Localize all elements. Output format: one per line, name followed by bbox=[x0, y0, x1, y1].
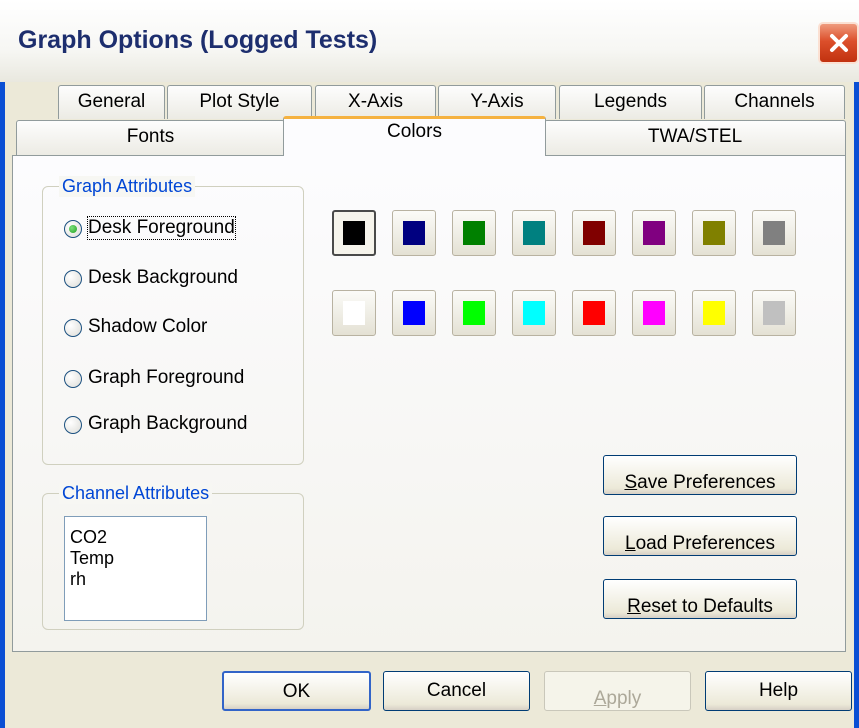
tab-plot-style-label: Plot Style bbox=[199, 91, 280, 112]
color-swatch[interactable] bbox=[752, 290, 796, 336]
radio-desk-background-label: Desk Background bbox=[88, 267, 238, 288]
list-item[interactable]: Temp bbox=[65, 548, 206, 569]
ok-button[interactable]: OK bbox=[222, 671, 371, 711]
color-swatch[interactable] bbox=[572, 290, 616, 336]
reset-rest: eset to Defaults bbox=[640, 596, 773, 617]
radio-button-icon bbox=[64, 270, 82, 288]
radio-graph-foreground-label: Graph Foreground bbox=[88, 367, 245, 388]
color-swatch[interactable] bbox=[572, 210, 616, 256]
color-swatch[interactable] bbox=[692, 210, 736, 256]
color-swatch[interactable] bbox=[512, 210, 556, 256]
color-swatch-fill bbox=[703, 301, 725, 325]
tab-y-axis-label: Y-Axis bbox=[470, 91, 524, 112]
tab-plot-style[interactable]: Plot Style bbox=[167, 85, 312, 119]
graph-options-dialog: Graph Options (Logged Tests) General Plo… bbox=[0, 0, 859, 728]
color-swatch[interactable] bbox=[332, 290, 376, 336]
radio-graph-background-label: Graph Background bbox=[88, 413, 248, 434]
color-swatch-fill bbox=[703, 221, 725, 245]
close-button[interactable] bbox=[818, 22, 859, 64]
reset-mnemonic: R bbox=[627, 596, 641, 617]
color-swatch[interactable] bbox=[332, 210, 376, 256]
radio-button-icon bbox=[64, 416, 82, 434]
color-swatch-fill bbox=[343, 301, 365, 325]
cancel-label: Cancel bbox=[426, 680, 487, 701]
color-swatch-fill bbox=[523, 221, 545, 245]
tab-fonts-label: Fonts bbox=[126, 126, 175, 147]
color-swatch[interactable] bbox=[632, 290, 676, 336]
radio-desk-foreground-label: Desk Foreground bbox=[87, 216, 236, 240]
reset-to-defaults-label: Reset to Defaults bbox=[627, 588, 773, 617]
tab-colors[interactable]: Colors bbox=[283, 116, 546, 156]
window-frame-left bbox=[0, 82, 5, 728]
apply-rest: pply bbox=[606, 688, 642, 709]
radio-button-icon bbox=[64, 370, 82, 388]
color-swatch[interactable] bbox=[452, 290, 496, 336]
color-swatch[interactable] bbox=[392, 210, 436, 256]
tab-general-label: General bbox=[77, 91, 146, 112]
help-label: Help bbox=[758, 680, 799, 701]
load-mnemonic: L bbox=[625, 533, 636, 554]
apply-label: Apply bbox=[594, 680, 642, 709]
color-swatch-fill bbox=[403, 221, 425, 245]
tab-channels-label: Channels bbox=[734, 91, 815, 112]
color-swatch[interactable] bbox=[692, 290, 736, 336]
save-preferences-button[interactable]: Save Preferences bbox=[603, 455, 797, 495]
channel-attributes-label: Channel Attributes bbox=[59, 483, 213, 504]
close-icon bbox=[830, 34, 848, 52]
help-button[interactable]: Help bbox=[705, 671, 852, 711]
apply-mnemonic: A bbox=[593, 688, 607, 709]
color-swatch-fill bbox=[463, 221, 485, 245]
color-swatch-fill bbox=[643, 221, 665, 245]
apply-button[interactable]: Apply bbox=[544, 671, 691, 711]
color-swatch-fill bbox=[463, 301, 485, 325]
color-swatch[interactable] bbox=[752, 210, 796, 256]
title-bar[interactable]: Graph Options (Logged Tests) bbox=[0, 0, 859, 82]
color-swatch[interactable] bbox=[512, 290, 556, 336]
color-swatch-fill bbox=[523, 301, 545, 325]
save-preferences-label: Save Preferences bbox=[624, 464, 775, 493]
radio-button-icon bbox=[64, 220, 82, 238]
color-swatch-fill bbox=[583, 221, 605, 245]
color-swatch-fill bbox=[763, 301, 785, 325]
cancel-button[interactable]: Cancel bbox=[383, 671, 530, 711]
radio-shadow-color-label: Shadow Color bbox=[88, 316, 208, 337]
color-swatch-fill bbox=[763, 221, 785, 245]
save-mnemonic: S bbox=[624, 472, 638, 493]
window-title: Graph Options (Logged Tests) bbox=[18, 26, 378, 54]
color-swatch-fill bbox=[403, 301, 425, 325]
load-preferences-label: Load Preferences bbox=[625, 525, 775, 554]
channel-list[interactable]: CO2 Temp rh bbox=[64, 516, 207, 621]
tab-twa-stel[interactable]: TWA/STEL bbox=[544, 120, 846, 155]
load-preferences-button[interactable]: Load Preferences bbox=[603, 516, 797, 556]
tab-twa-stel-label: TWA/STEL bbox=[647, 126, 743, 147]
list-item[interactable]: CO2 bbox=[65, 527, 206, 548]
color-swatch[interactable] bbox=[632, 210, 676, 256]
radio-button-icon bbox=[64, 319, 82, 337]
color-swatch[interactable] bbox=[392, 290, 436, 336]
tab-x-axis[interactable]: X-Axis bbox=[315, 85, 436, 119]
color-swatch-fill bbox=[343, 221, 365, 245]
tab-x-axis-label: X-Axis bbox=[348, 91, 403, 112]
window-frame-right bbox=[854, 82, 859, 728]
tab-legends-label: Legends bbox=[594, 91, 667, 112]
color-swatch-fill bbox=[583, 301, 605, 325]
ok-label: OK bbox=[282, 681, 311, 702]
graph-attributes-label: Graph Attributes bbox=[59, 176, 196, 197]
color-swatch[interactable] bbox=[452, 210, 496, 256]
tab-legends[interactable]: Legends bbox=[559, 85, 702, 119]
tab-y-axis[interactable]: Y-Axis bbox=[438, 85, 556, 119]
tab-channels[interactable]: Channels bbox=[704, 85, 845, 119]
tab-general[interactable]: General bbox=[58, 85, 165, 119]
reset-to-defaults-button[interactable]: Reset to Defaults bbox=[603, 579, 797, 619]
tab-colors-label: Colors bbox=[387, 121, 442, 142]
save-rest: ave Preferences bbox=[637, 472, 776, 493]
load-rest: oad Preferences bbox=[635, 533, 775, 554]
tab-fonts[interactable]: Fonts bbox=[16, 120, 285, 155]
color-swatch-fill bbox=[643, 301, 665, 325]
list-item[interactable]: rh bbox=[65, 569, 206, 590]
